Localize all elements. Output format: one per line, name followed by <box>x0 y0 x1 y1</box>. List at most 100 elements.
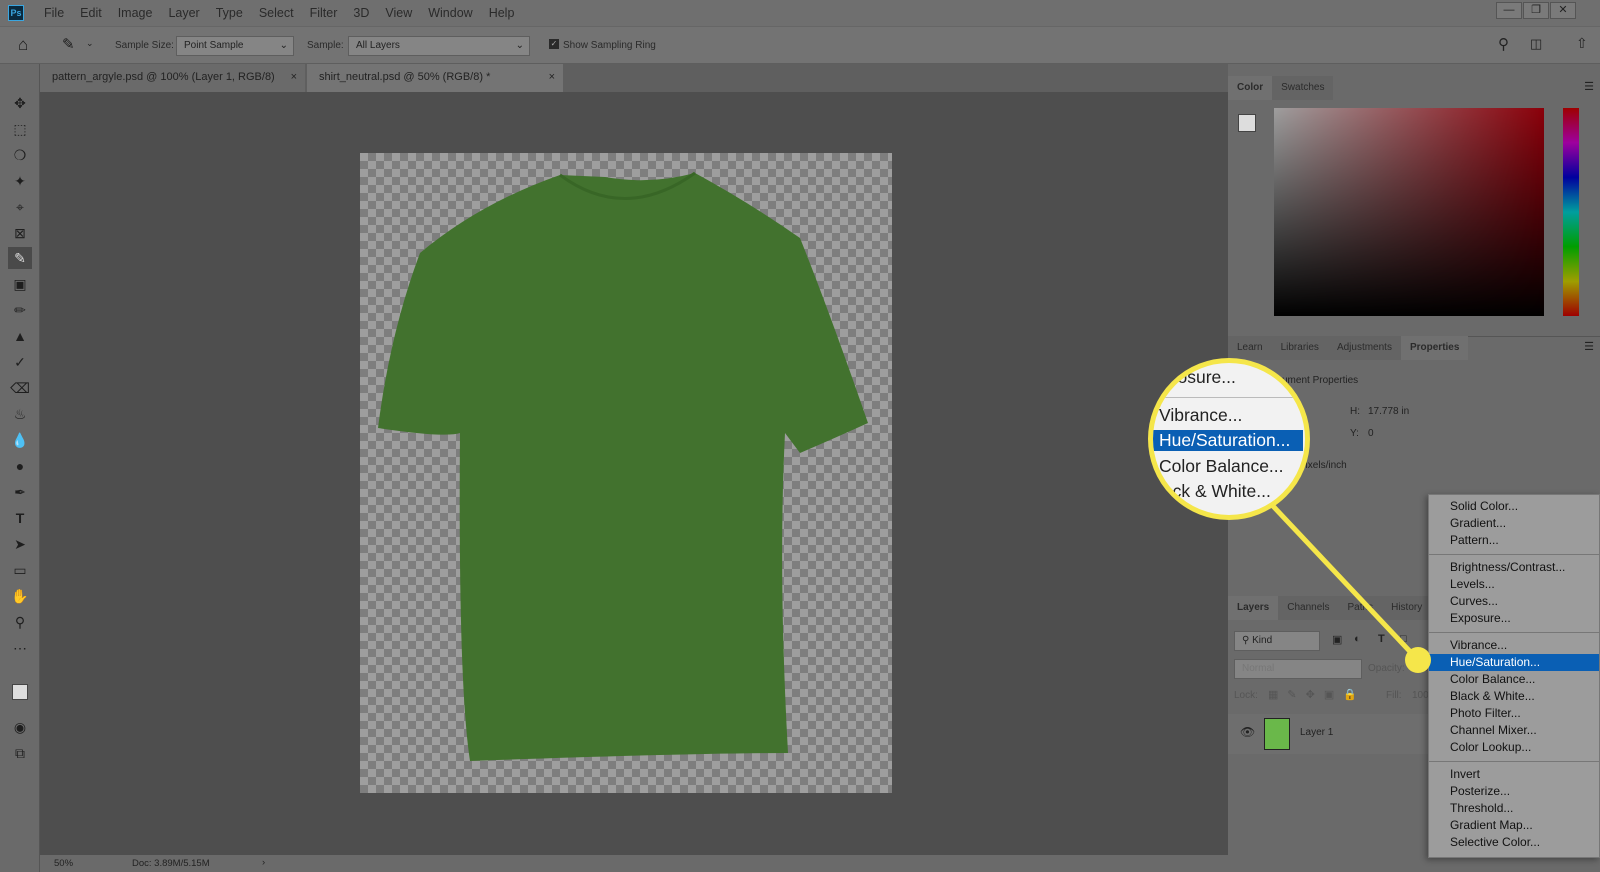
menu-item-color-lookup[interactable]: Color Lookup... <box>1429 739 1599 756</box>
brush-tool-icon[interactable]: ✏ <box>8 299 32 321</box>
tab-layers[interactable]: Layers <box>1228 596 1279 620</box>
type-filter-icon[interactable]: T <box>1378 633 1385 645</box>
eye-icon[interactable]: 👁 <box>1240 725 1255 739</box>
menu-item-posterize[interactable]: Posterize... <box>1429 783 1599 800</box>
sample-size-select[interactable]: Point Sample ⌄ <box>176 36 294 56</box>
tab-channels[interactable]: Channels <box>1278 596 1339 620</box>
close-icon[interactable]: × <box>291 71 297 83</box>
sample-select[interactable]: All Layers ⌄ <box>348 36 530 56</box>
menu-help[interactable]: Help <box>481 6 523 20</box>
rectangle-tool-icon[interactable]: ▭ <box>8 559 32 581</box>
marquee-tool-icon[interactable]: ⬚ <box>8 118 32 140</box>
layer-row[interactable]: 👁 Layer 1 <box>1228 714 1428 754</box>
menu-layer[interactable]: Layer <box>160 6 207 20</box>
quick-mask-icon[interactable]: ◉ <box>8 716 32 738</box>
type-tool-icon[interactable]: T <box>8 507 32 529</box>
menu-item-pattern[interactable]: Pattern... <box>1429 532 1599 549</box>
fill-value[interactable]: 100 <box>1412 690 1429 701</box>
tab-pattern-argyle[interactable]: pattern_argyle.psd @ 100% (Layer 1, RGB/… <box>40 64 305 92</box>
image-filter-icon[interactable]: ▣ <box>1332 633 1342 646</box>
eyedropper-tool-icon[interactable]: ✎ <box>62 35 75 53</box>
frame-tool-icon[interactable]: ⊠ <box>8 222 32 244</box>
blend-mode-select[interactable]: Normal <box>1234 659 1362 679</box>
adjustment-filter-icon[interactable]: ◐ <box>1354 633 1361 645</box>
menu-item-exposure[interactable]: Exposure... <box>1429 610 1599 627</box>
document-canvas[interactable] <box>360 153 892 793</box>
menu-item-curves[interactable]: Curves... <box>1429 593 1599 610</box>
home-icon[interactable]: ⌂ <box>18 35 28 55</box>
menu-item-black-white[interactable]: Black & White... <box>1429 688 1599 705</box>
tab-history[interactable]: History <box>1382 596 1432 620</box>
menu-item-threshold[interactable]: Threshold... <box>1429 800 1599 817</box>
close-icon[interactable]: × <box>549 71 555 83</box>
opacity-value[interactable]: 100 <box>1412 663 1429 674</box>
dodge-tool-icon[interactable]: ● <box>8 455 32 477</box>
menu-3d[interactable]: 3D <box>345 6 377 20</box>
stamp-tool-icon[interactable]: ▲ <box>8 325 32 347</box>
tab-libraries[interactable]: Libraries <box>1271 336 1328 360</box>
show-sampling-ring-checkbox[interactable]: ✓ <box>549 39 559 49</box>
layer-filter-select[interactable]: ⚲ Kind <box>1234 631 1320 651</box>
shape-filter-icon[interactable]: □ <box>1400 633 1407 645</box>
chevron-right-icon[interactable]: › <box>262 857 265 868</box>
tab-shirt-neutral[interactable]: shirt_neutral.psd @ 50% (RGB/8) * × <box>307 64 563 92</box>
chevron-down-icon[interactable]: ⌄ <box>86 38 94 49</box>
menu-item-selective-color[interactable]: Selective Color... <box>1429 834 1599 851</box>
path-select-icon[interactable]: ➤ <box>8 533 32 555</box>
menu-filter[interactable]: Filter <box>302 6 346 20</box>
close-button[interactable]: ✕ <box>1550 2 1576 19</box>
color-field[interactable] <box>1274 108 1544 316</box>
menu-file[interactable]: File <box>36 6 72 20</box>
eraser-tool-icon[interactable]: ⌫ <box>8 377 32 399</box>
tab-swatches[interactable]: Swatches <box>1272 76 1334 100</box>
menu-select[interactable]: Select <box>251 6 302 20</box>
foreground-color-swatch[interactable] <box>1238 114 1256 132</box>
lasso-tool-icon[interactable]: ❍ <box>8 144 32 166</box>
menu-item-invert[interactable]: Invert <box>1429 766 1599 783</box>
menu-image[interactable]: Image <box>110 6 161 20</box>
eyedropper-tool-icon[interactable]: ✎ <box>8 247 32 269</box>
pen-tool-icon[interactable]: ✒ <box>8 481 32 503</box>
restore-button[interactable]: ❐ <box>1523 2 1549 19</box>
menu-item-hue-saturation[interactable]: Hue/Saturation... <box>1429 654 1599 671</box>
search-icon[interactable]: ⚲ <box>1498 35 1509 53</box>
menu-type[interactable]: Type <box>208 6 251 20</box>
crop-tool-icon[interactable]: ⌖ <box>8 196 32 218</box>
healing-brush-icon[interactable]: ▣ <box>8 273 32 295</box>
panel-menu-icon[interactable]: ☰ <box>1584 80 1594 93</box>
foreground-color-swatch[interactable] <box>12 684 28 700</box>
tab-color[interactable]: Color <box>1228 76 1273 100</box>
share-icon[interactable]: ⇧ <box>1576 35 1588 52</box>
quick-select-tool-icon[interactable]: ✦ <box>8 170 32 192</box>
menu-item-solid-color[interactable]: Solid Color... <box>1429 498 1599 515</box>
panel-menu-icon[interactable]: ☰ <box>1584 340 1594 353</box>
menu-item-vibrance[interactable]: Vibrance... <box>1429 637 1599 654</box>
minimize-button[interactable]: — <box>1496 2 1522 19</box>
move-tool-icon[interactable]: ✥ <box>8 92 32 114</box>
menu-item-color-balance[interactable]: Color Balance... <box>1429 671 1599 688</box>
tab-adjustments[interactable]: Adjustments <box>1327 336 1401 360</box>
menu-edit[interactable]: Edit <box>72 6 110 20</box>
menu-item-levels[interactable]: Levels... <box>1429 576 1599 593</box>
menu-window[interactable]: Window <box>420 6 480 20</box>
hand-tool-icon[interactable]: ✋ <box>8 585 32 607</box>
menu-view[interactable]: View <box>377 6 420 20</box>
zoom-tool-icon[interactable]: ⚲ <box>8 611 32 633</box>
paint-bucket-icon[interactable]: ♨ <box>8 403 32 425</box>
hue-slider[interactable] <box>1563 108 1579 316</box>
menu-item-photo-filter[interactable]: Photo Filter... <box>1429 705 1599 722</box>
blur-tool-icon[interactable]: 💧 <box>8 429 32 451</box>
tab-paths[interactable]: Paths <box>1338 596 1383 620</box>
tab-properties[interactable]: Properties <box>1400 336 1469 360</box>
tab-learn[interactable]: Learn <box>1228 336 1272 360</box>
workspace-icon[interactable]: ◫ <box>1530 36 1542 52</box>
menu-item-gradient-map[interactable]: Gradient Map... <box>1429 817 1599 834</box>
zoom-level[interactable]: 50% <box>54 858 73 869</box>
screen-mode-icon[interactable]: ⧉ <box>8 742 32 764</box>
more-tools-icon[interactable]: ⋯ <box>8 637 32 659</box>
menu-item-channel-mixer[interactable]: Channel Mixer... <box>1429 722 1599 739</box>
lock-icons[interactable]: ▦✎✥▣🔒 <box>1268 688 1366 701</box>
menu-item-brightness-contrast[interactable]: Brightness/Contrast... <box>1429 559 1599 576</box>
menu-item-gradient[interactable]: Gradient... <box>1429 515 1599 532</box>
history-brush-icon[interactable]: ✓ <box>8 351 32 373</box>
